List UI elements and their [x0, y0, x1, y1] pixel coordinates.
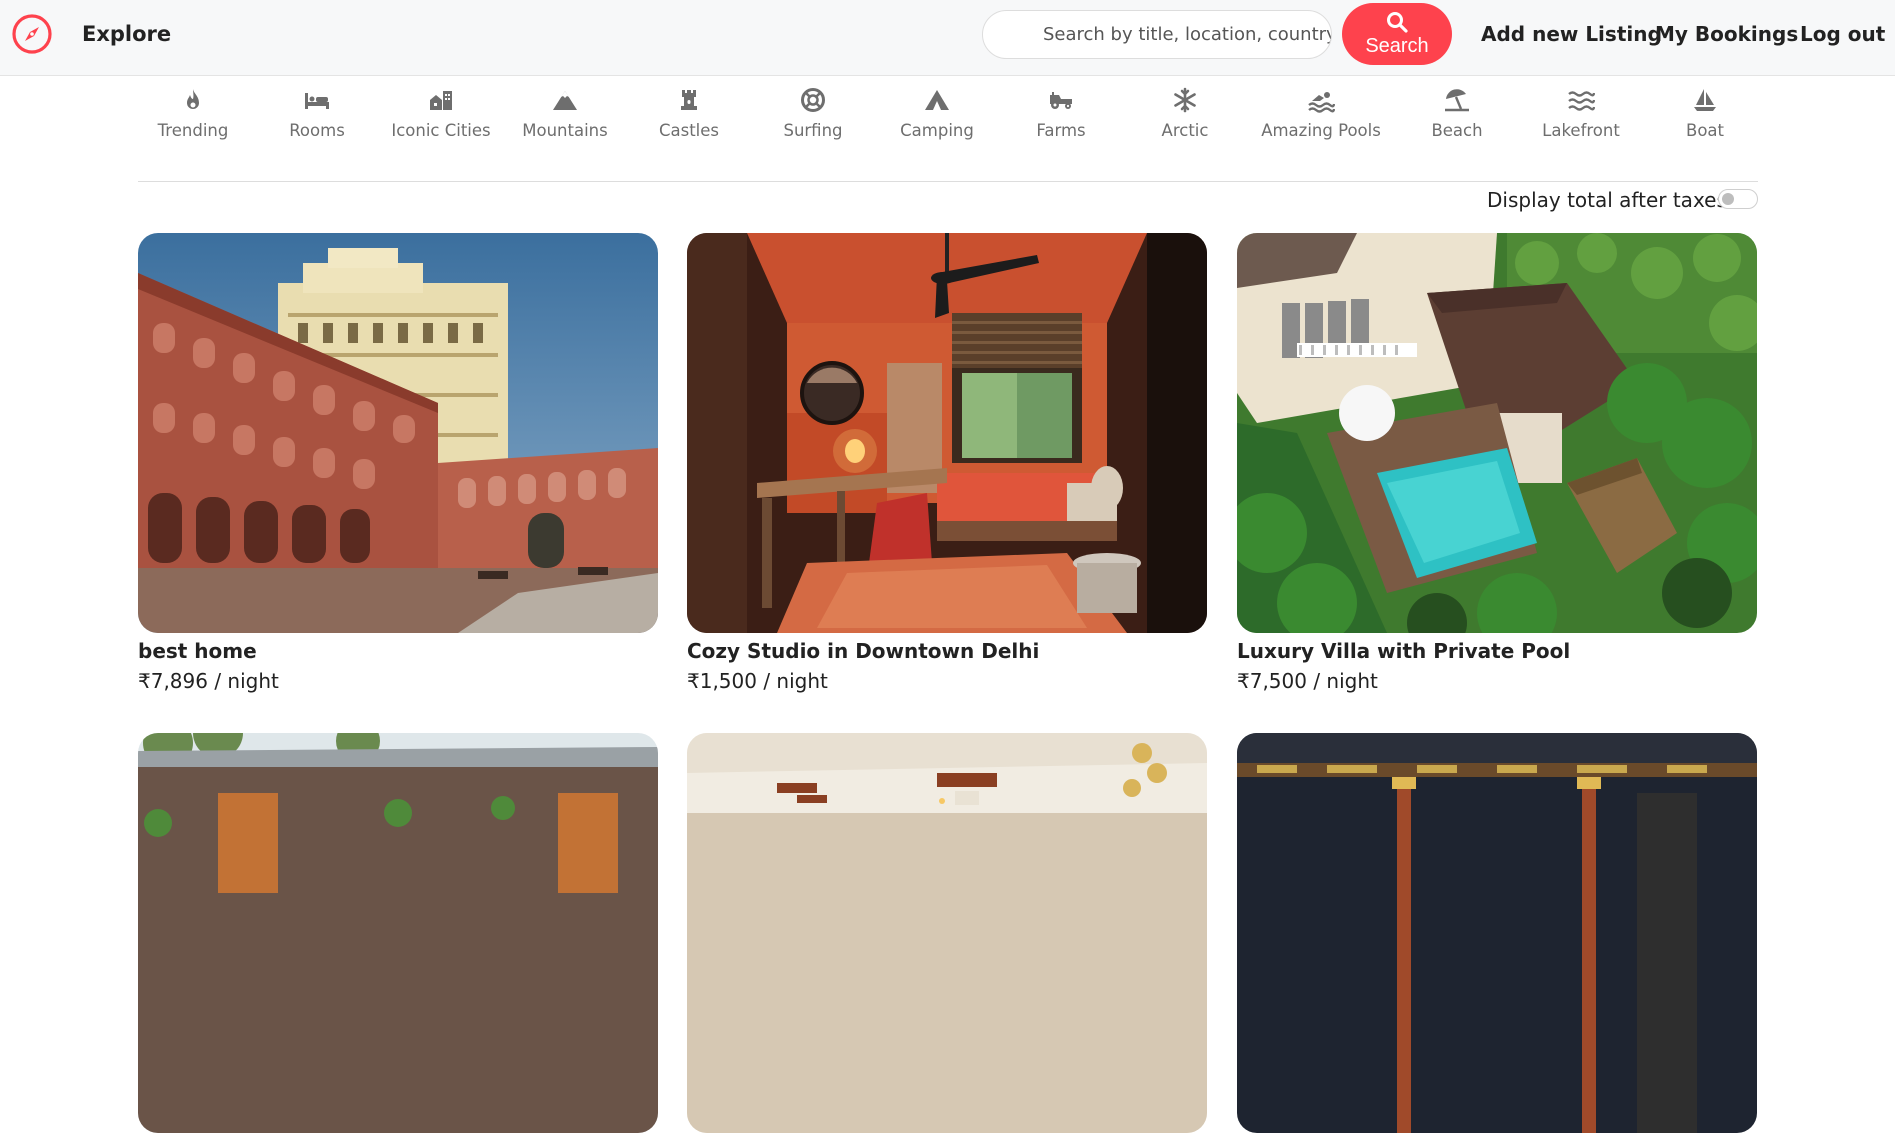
- add-new-listing-link[interactable]: Add new Listing: [1481, 21, 1662, 47]
- water-icon: [1568, 91, 1595, 111]
- filter-farms[interactable]: Farms: [1006, 86, 1116, 140]
- filter-surfing[interactable]: Surfing: [758, 86, 868, 140]
- bed-icon: [305, 93, 329, 109]
- listing-photo-cottage[interactable]: [138, 733, 658, 1133]
- listing-photo-villa[interactable]: [1237, 233, 1757, 633]
- search-button-label: Search: [1365, 34, 1429, 57]
- listing-title: best home: [138, 639, 257, 663]
- fire-icon: [187, 89, 199, 109]
- sailboat-icon: [1694, 89, 1716, 111]
- tax-toggle-switch[interactable]: [1718, 189, 1758, 209]
- listing-photo-palace[interactable]: [138, 233, 658, 633]
- tax-toggle-label: Display total after taxes: [1487, 188, 1727, 212]
- listing-card[interactable]: [1237, 733, 1757, 1138]
- snowflake-icon: [1174, 87, 1196, 113]
- listing-price: ₹7,500 / night: [1237, 669, 1378, 693]
- filter-camping[interactable]: Camping: [882, 86, 992, 140]
- filter-amazing-pools[interactable]: Amazing Pools: [1254, 86, 1388, 140]
- search-input[interactable]: [1043, 24, 1331, 45]
- umbrella-beach-icon: [1445, 89, 1469, 112]
- listing-card[interactable]: best home ₹7,896 / night: [138, 233, 658, 694]
- listing-photo-temple[interactable]: [1237, 733, 1757, 1133]
- search-button[interactable]: Search: [1342, 3, 1452, 65]
- listing-price: ₹1,500 / night: [687, 669, 828, 693]
- tax-toggle-row: Display total after taxes: [1480, 185, 1760, 215]
- filter-castles[interactable]: Castles: [634, 86, 744, 140]
- filter-boat[interactable]: Boat: [1650, 86, 1760, 140]
- my-bookings-link[interactable]: My Bookings: [1655, 21, 1798, 47]
- listing-price: ₹7,896 / night: [138, 669, 279, 693]
- filter-arctic[interactable]: Arctic: [1130, 86, 1240, 140]
- listing-photo-studio[interactable]: [687, 233, 1207, 633]
- filter-trending[interactable]: Trending: [138, 86, 248, 140]
- tent-icon: [925, 90, 949, 110]
- listing-title: Cozy Studio in Downtown Delhi: [687, 639, 1040, 663]
- mountain-icon: [553, 91, 577, 110]
- lifebuoy-icon: [801, 88, 825, 112]
- search-box[interactable]: [982, 10, 1332, 59]
- filter-beach[interactable]: Beach: [1402, 86, 1512, 140]
- filter-bar: Trending Rooms Iconic Cities Mountains C…: [138, 86, 1758, 146]
- listing-card[interactable]: [138, 733, 658, 1138]
- compass-icon[interactable]: [10, 12, 54, 56]
- listing-title: Luxury Villa with Private Pool: [1237, 639, 1571, 663]
- explore-link[interactable]: Explore: [82, 21, 171, 47]
- city-icon: [430, 91, 452, 110]
- search-icon: [1387, 11, 1408, 33]
- tractor-icon: [1050, 92, 1072, 109]
- listing-photo-interior[interactable]: [687, 733, 1207, 1133]
- filter-lakefront[interactable]: Lakefront: [1526, 86, 1636, 140]
- filter-divider: [138, 181, 1758, 182]
- navbar: Explore Search Add new Listing My Bookin…: [0, 0, 1895, 76]
- toggle-knob: [1722, 193, 1734, 205]
- swimmer-icon: [1308, 92, 1335, 113]
- listing-card[interactable]: Cozy Studio in Downtown Delhi ₹1,500 / n…: [687, 233, 1207, 694]
- listing-card[interactable]: Luxury Villa with Private Pool ₹7,500 / …: [1237, 233, 1757, 694]
- listing-card[interactable]: [687, 733, 1207, 1138]
- castle-icon: [681, 90, 697, 110]
- filter-rooms[interactable]: Rooms: [262, 86, 372, 140]
- filter-iconic-cities[interactable]: Iconic Cities: [386, 86, 496, 140]
- logout-link[interactable]: Log out: [1800, 21, 1885, 47]
- filter-mountains[interactable]: Mountains: [510, 86, 620, 140]
